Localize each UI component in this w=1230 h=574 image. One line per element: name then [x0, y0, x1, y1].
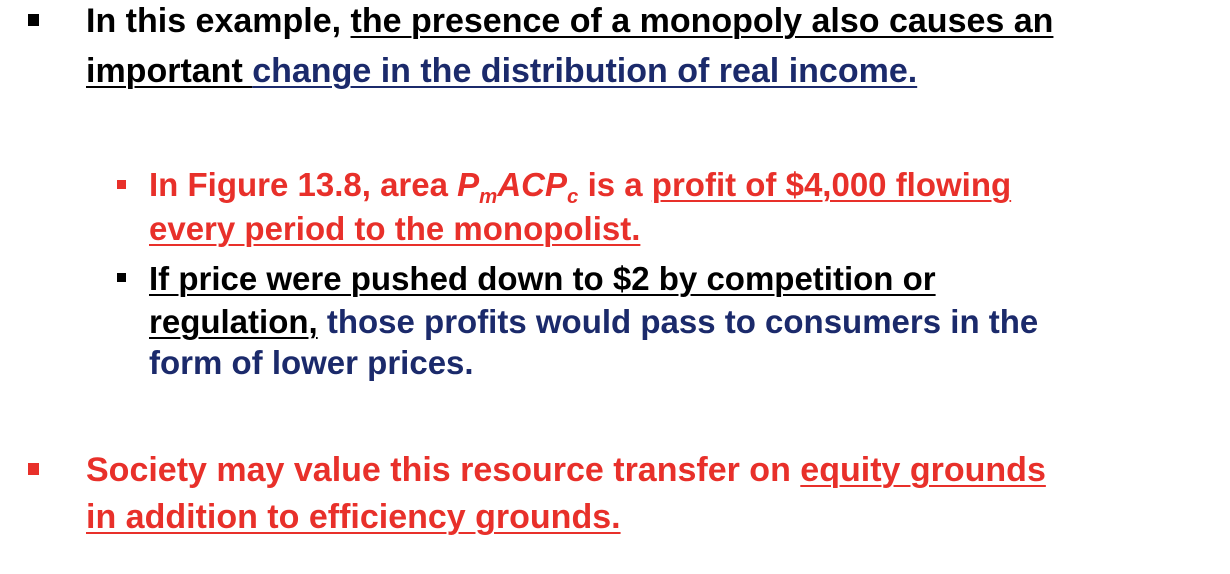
bullet-text-underlined: change in the distribution of real incom…	[252, 52, 918, 90]
bullet-line: If price were pushed down to $2 by compe…	[149, 262, 936, 295]
bullet-text: form of lower prices.	[149, 344, 474, 381]
bullet-text: is a	[578, 166, 652, 203]
bullet-line: in addition to efficiency grounds.	[86, 500, 621, 534]
bullet-text-underlined: in addition to efficiency grounds.	[86, 498, 621, 536]
bullet-line: important change in the distribution of …	[86, 54, 917, 88]
bullet-text-underlined: important	[86, 52, 253, 90]
bullet-text-underlined: the presence of a monopoly also causes a…	[350, 2, 1054, 40]
bullet-text-underlined: every period to the monopolist.	[149, 210, 641, 247]
bullet-text: Society may value this resource transfer…	[86, 451, 801, 489]
bullet-text-underlined: If price were pushed down to $2 by compe…	[149, 260, 936, 297]
math-symbol: PmACPc	[457, 166, 579, 209]
bullet-line: In this example, the presence of a monop…	[86, 4, 1053, 38]
bullet-text-underlined: profit of $4,000 flowing	[651, 166, 1012, 203]
square-bullet-icon	[28, 14, 39, 26]
square-bullet-icon	[28, 463, 39, 475]
bullet-line: form of lower prices.	[149, 346, 474, 379]
bullet-line: Society may value this resource transfer…	[86, 453, 1046, 487]
bullet-line: every period to the monopolist.	[149, 212, 640, 245]
square-bullet-icon	[117, 273, 126, 282]
bullet-text: In Figure 13.8, area	[149, 166, 458, 203]
bullet-text-underlined: regulation,	[149, 303, 318, 340]
bullet-line: In Figure 13.8, area PmACPc is a profit …	[149, 166, 1012, 209]
bullet-line: regulation, those profits would pass to …	[149, 305, 1038, 338]
bullet-text-underlined: equity grounds	[800, 451, 1046, 489]
square-bullet-icon	[117, 180, 126, 189]
bullet-text: In this example,	[86, 2, 351, 40]
bullet-text: those profits would pass to consumers in…	[317, 303, 1039, 340]
